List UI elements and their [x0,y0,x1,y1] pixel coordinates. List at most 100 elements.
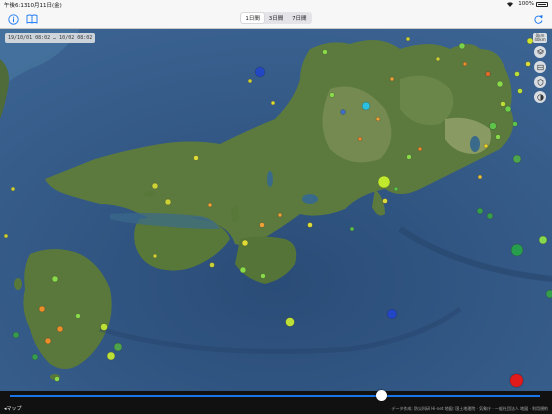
epicenter-marker[interactable] [75,313,81,319]
map-side-tools: 0km 40km [533,33,547,103]
epicenter-marker[interactable] [357,136,363,142]
epicenter-marker[interactable] [476,207,484,215]
epicenter-marker[interactable] [106,351,116,361]
epicenter-marker[interactable] [100,323,108,331]
segment-1day[interactable]: 1日間 [241,13,265,23]
period-segmented-control: 1日間 3日間 7日間 [240,12,312,24]
epicenter-marker[interactable] [164,198,172,206]
map-link[interactable]: ◂マップ [4,405,22,412]
epicenter-marker[interactable] [270,100,276,106]
status-time: 午後6:13 [4,3,28,9]
epicenter-marker[interactable] [12,331,20,339]
epicenter-marker[interactable] [405,36,411,42]
timeline-thumb[interactable] [375,390,387,401]
epicenter-marker[interactable] [247,78,253,84]
epicenter-marker[interactable] [393,186,399,192]
epicenter-marker[interactable] [504,105,512,113]
epicenter-marker[interactable] [483,143,489,149]
island [14,278,22,290]
epicenter-marker[interactable] [152,253,158,259]
footer-bar: ◂マップ データ作成: 防災科研 Hi-net 地図: 国土地理院 · 気象庁 … [0,402,552,414]
epicenter-marker[interactable] [525,61,531,67]
shield-icon[interactable] [534,76,546,88]
epicenter-marker[interactable] [514,71,520,77]
segment-3days[interactable]: 3日間 [264,13,287,23]
layers-icon[interactable] [534,46,546,58]
epicenter-marker[interactable] [496,80,504,88]
epicenter-marker[interactable] [495,134,501,140]
epicenter-marker[interactable] [361,101,371,111]
epicenter-marker[interactable] [377,175,391,189]
epicenter-marker[interactable] [389,76,395,82]
latest-epicenter-marker[interactable] [510,374,523,387]
epicenter-marker[interactable] [510,243,524,257]
epicenter-marker[interactable] [54,376,60,382]
epicenter-marker[interactable] [113,342,123,352]
epicenter-marker[interactable] [3,233,9,239]
epicenter-marker[interactable] [239,266,247,274]
epicenter-marker[interactable] [241,239,249,247]
epicenter-marker[interactable] [489,122,497,130]
battery-icon [536,2,548,7]
battery-percentage: 100% [518,1,534,7]
ise-bay [302,194,318,204]
epicenter-marker[interactable] [406,154,412,160]
wifi-icon [506,1,514,9]
epicenter-marker[interactable] [193,155,199,161]
epicenter-marker[interactable] [500,101,506,107]
tokyo-bay [470,136,480,152]
epicenter-marker[interactable] [486,212,494,220]
timeline-slider[interactable] [0,390,552,402]
epicenter-marker[interactable] [209,262,215,268]
epicenter-marker[interactable] [10,186,16,192]
book-icon[interactable] [25,12,39,26]
island [231,206,239,222]
epicenter-marker[interactable] [417,146,423,152]
epicenter-marker[interactable] [340,109,346,115]
timeline-track[interactable] [10,395,540,397]
epicenter-marker[interactable] [260,273,266,279]
epicenter-marker[interactable] [375,116,381,122]
status-bar: 午後6:13 10月11日(金) 100% [0,0,552,9]
epicenter-marker[interactable] [512,154,522,164]
epicenter-marker[interactable] [329,92,335,98]
epicenter-marker[interactable] [277,212,283,218]
status-date: 10月11日(金) [27,3,62,9]
refresh-icon[interactable] [531,12,545,26]
epicenter-marker[interactable] [322,49,328,55]
contrast-icon[interactable] [534,91,546,103]
epicenter-marker[interactable] [207,202,213,208]
epicenter-marker[interactable] [51,275,59,283]
epicenter-marker[interactable] [349,226,355,232]
epicenter-marker[interactable] [462,61,468,67]
time-range-label: 19/10/01 08:02 … 10/02 08:02 [5,33,96,43]
epicenter-marker[interactable] [382,198,388,204]
epicenter-marker[interactable] [31,353,39,361]
epicenter-marker[interactable] [485,71,491,77]
epicenter-marker[interactable] [38,305,46,313]
island [144,191,156,197]
lake-biwa [267,171,273,187]
navigation-bar: 1日間 3日間 7日間 [0,9,552,29]
film-icon[interactable] [534,61,546,73]
epicenter-marker[interactable] [259,222,265,228]
epicenter-marker[interactable] [512,121,518,127]
earthquake-map[interactable]: 19/10/01 08:02 … 10/02 08:02 0km 40km [0,29,552,391]
epicenter-marker[interactable] [517,88,523,94]
epicenter-marker[interactable] [458,42,466,50]
epicenter-marker[interactable] [386,308,398,320]
epicenter-marker[interactable] [285,317,295,327]
segment-7days[interactable]: 7日間 [288,13,311,23]
epicenter-marker[interactable] [44,337,52,345]
epicenter-marker[interactable] [307,222,313,228]
attribution-text: データ作成: 防災科研 Hi-net 地図: 国土地理院 · 気象庁 · 一般社… [391,406,548,411]
epicenter-marker[interactable] [56,325,64,333]
epicenter-marker[interactable] [151,182,159,190]
epicenter-marker[interactable] [538,235,548,245]
epicenter-marker[interactable] [435,56,441,62]
depth-legend[interactable]: 0km 40km [533,33,547,43]
epicenter-marker[interactable] [254,66,266,78]
epicenter-marker[interactable] [477,174,483,180]
info-icon[interactable] [6,12,20,26]
map-canvas [0,29,552,391]
